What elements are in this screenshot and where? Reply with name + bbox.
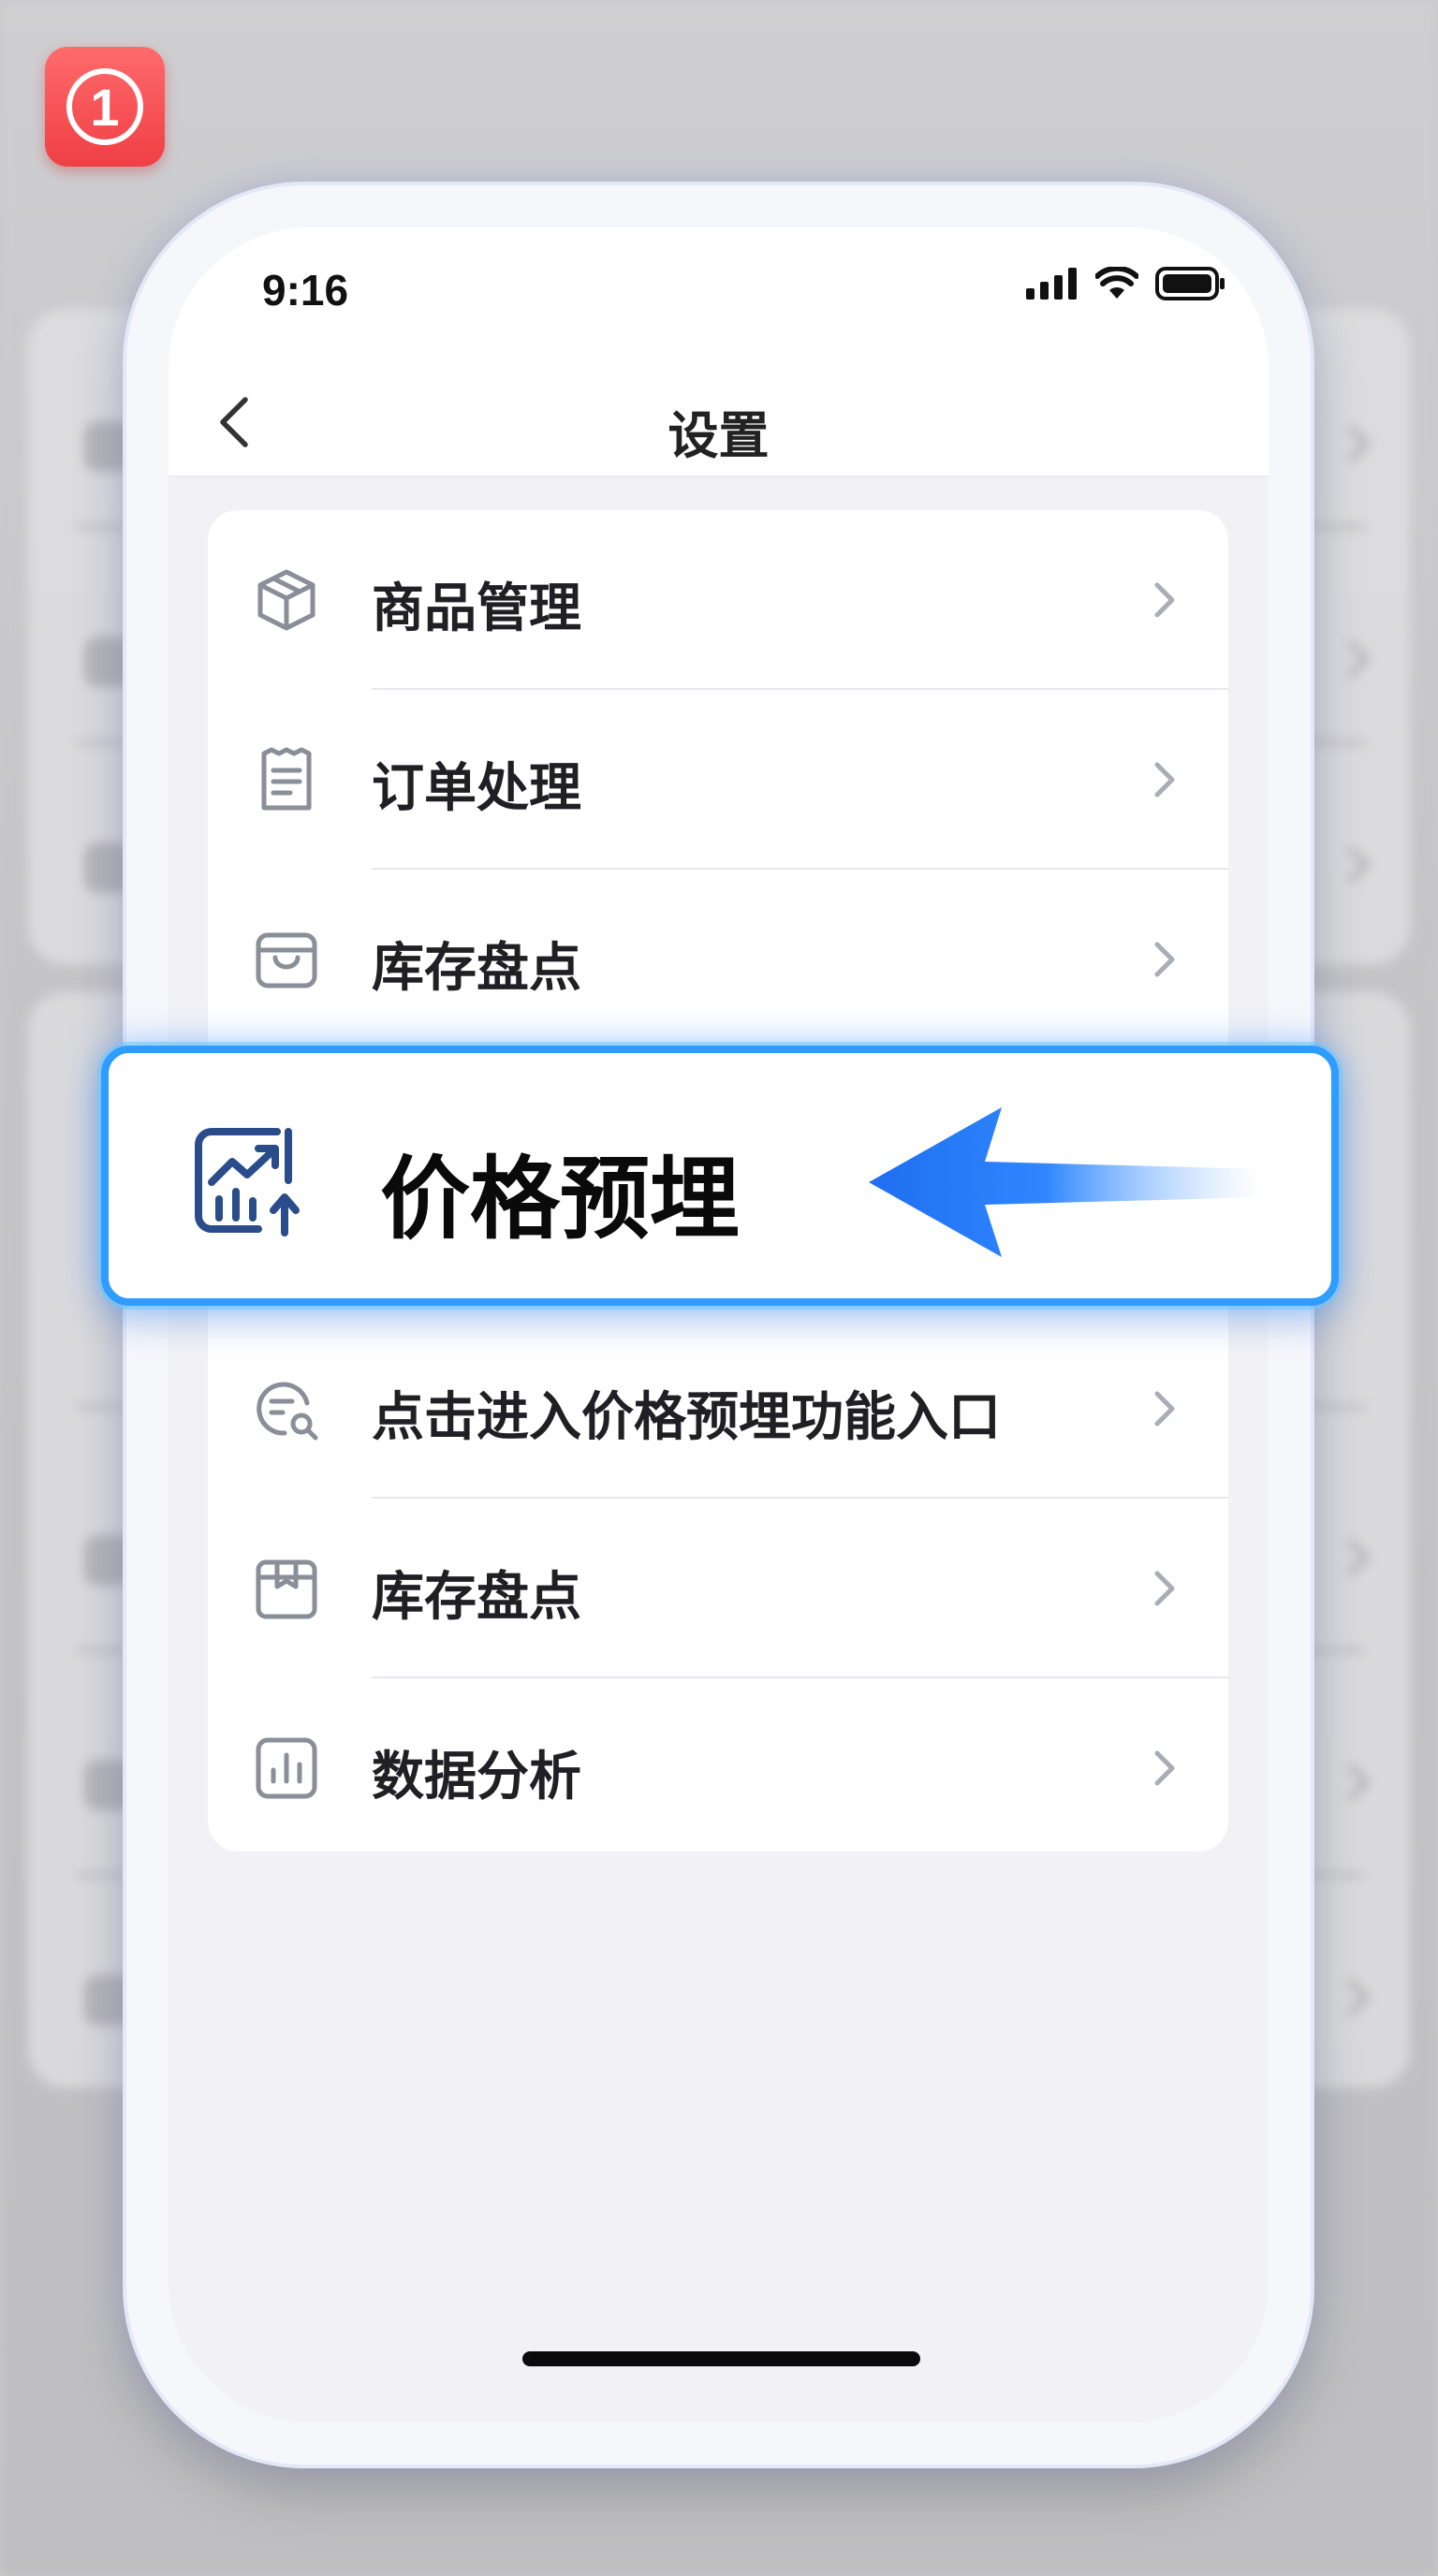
status-bar: 9:16: [169, 227, 1269, 368]
navigation-bar: 设置: [169, 368, 1269, 477]
chevron-right-icon: [1154, 762, 1175, 798]
arrow-left-icon: [869, 1107, 1262, 1257]
receipt-icon: [261, 747, 312, 811]
list-item-label: 数据分析: [372, 1747, 581, 1808]
signal-icon: [1026, 268, 1077, 300]
search-chat-icon: [257, 1382, 318, 1441]
bar-chart-icon: [256, 1737, 317, 1799]
basket-icon: [256, 932, 317, 988]
status-time: 9:16: [262, 266, 349, 315]
list-item-product-management[interactable]: 商品管理: [208, 510, 1228, 690]
box-icon: [256, 1559, 317, 1619]
chevron-right-icon: [1154, 942, 1175, 977]
list-item-label: 点击进入价格预埋功能入口: [372, 1387, 1001, 1448]
trend-chart-icon: [195, 1128, 300, 1237]
list-item-data-analysis[interactable]: 数据分析: [208, 1678, 1228, 1858]
list-item-label: 商品管理: [372, 578, 581, 639]
phone-frame: 9:16 设置 商品管理 订单处理 库存盘点 点击进入价格预埋功能入口 库存盘点…: [126, 185, 1311, 2465]
wifi-icon: [1095, 267, 1138, 299]
chevron-right-icon: [1154, 1571, 1175, 1606]
package-icon: [257, 569, 315, 631]
step-number: 1: [66, 68, 143, 145]
list-item-label: 库存盘点: [372, 1567, 581, 1628]
chevron-right-icon: [1154, 1750, 1175, 1786]
list-item-inventory-check[interactable]: 库存盘点: [208, 870, 1228, 1049]
phone-screen: 9:16 设置 商品管理 订单处理 库存盘点 点击进入价格预埋功能入口 库存盘点…: [169, 227, 1269, 2422]
list-item-price-entry[interactable]: 点击进入价格预埋功能入口: [208, 1319, 1228, 1499]
list-item-inventory-check-2[interactable]: 库存盘点: [208, 1499, 1228, 1678]
list-item-label: 库存盘点: [372, 938, 581, 999]
list-item-label: 订单处理: [372, 758, 581, 819]
chevron-right-icon: [1154, 1391, 1175, 1427]
page-title: 设置: [668, 406, 770, 465]
highlight-price-entry[interactable]: 价格预埋: [101, 1046, 1339, 1306]
list-item-order-processing[interactable]: 订单处理: [208, 690, 1228, 870]
battery-icon: [1155, 267, 1225, 300]
step-badge: 1: [45, 47, 165, 167]
home-indicator: [522, 2351, 920, 2366]
chevron-right-icon: [1154, 582, 1175, 618]
highlight-label: 价格预埋: [380, 1147, 740, 1251]
status-icons: [1026, 267, 1226, 300]
